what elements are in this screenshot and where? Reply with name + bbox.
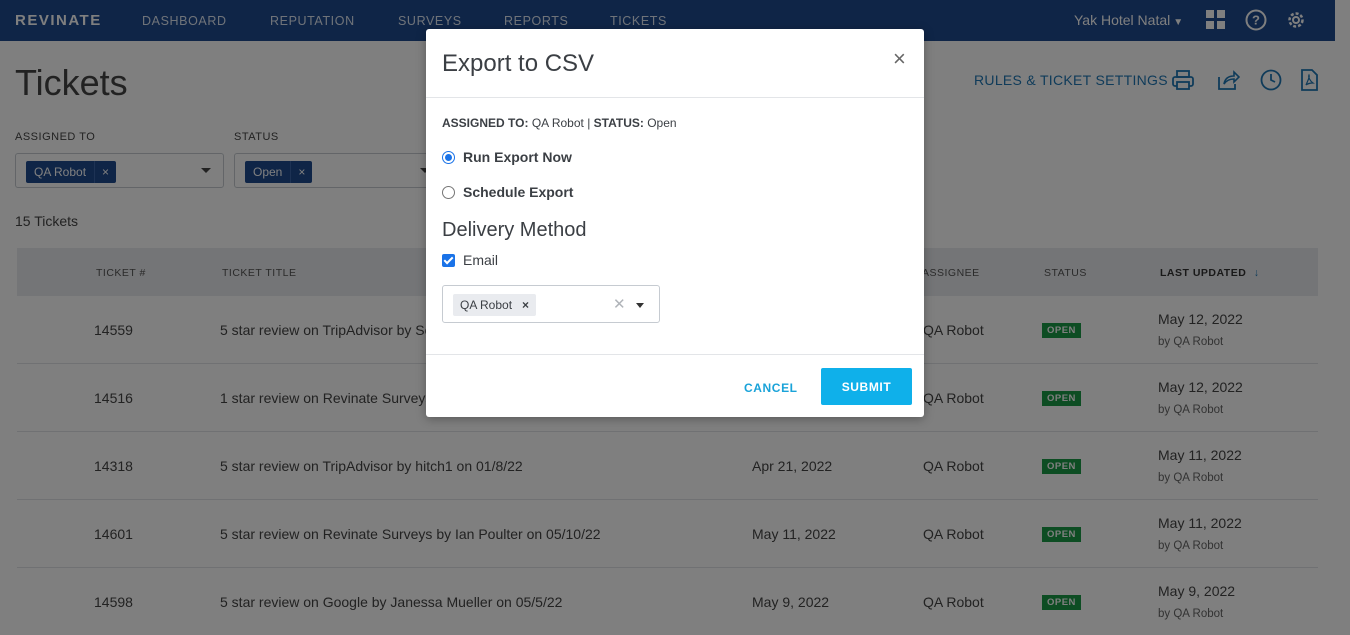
- modal-title: Export to CSV: [442, 50, 595, 77]
- run-export-now-label: Run Export Now: [463, 149, 572, 165]
- cancel-button[interactable]: CANCEL: [744, 381, 798, 395]
- recipient-name: QA Robot: [460, 298, 513, 312]
- summary-status-value: Open: [647, 116, 677, 130]
- recipient-select[interactable]: QA Robot × ✕: [442, 285, 660, 323]
- email-checkbox[interactable]: [442, 253, 455, 267]
- close-icon[interactable]: ×: [893, 46, 906, 72]
- summary-assigned-label: ASSIGNED TO:: [442, 116, 529, 130]
- summary-separator: |: [587, 116, 591, 130]
- modal-header: Export to CSV ×: [426, 29, 924, 98]
- submit-button[interactable]: SUBMIT: [821, 368, 912, 405]
- run-export-now-option[interactable]: Run Export Now: [442, 149, 572, 165]
- clear-icon[interactable]: ✕: [613, 295, 626, 313]
- summary-assigned-value: QA Robot: [531, 116, 584, 130]
- export-csv-modal: Export to CSV × ASSIGNED TO: QA Robot | …: [426, 29, 924, 417]
- chevron-down-icon[interactable]: [636, 303, 644, 308]
- recipient-chip: QA Robot ×: [453, 294, 537, 316]
- modal-footer: CANCEL SUBMIT: [426, 354, 924, 417]
- export-summary: ASSIGNED TO: QA Robot | STATUS: Open: [442, 116, 677, 130]
- radio-button[interactable]: [442, 185, 455, 199]
- email-label: Email: [463, 252, 499, 268]
- summary-status-label: STATUS:: [593, 116, 644, 130]
- radio-button-selected[interactable]: [442, 150, 455, 164]
- remove-recipient-icon[interactable]: ×: [522, 298, 529, 312]
- schedule-export-label: Schedule Export: [463, 184, 574, 200]
- delivery-method-title: Delivery Method: [442, 219, 587, 241]
- schedule-export-option[interactable]: Schedule Export: [442, 184, 573, 200]
- email-option[interactable]: Email: [442, 252, 498, 268]
